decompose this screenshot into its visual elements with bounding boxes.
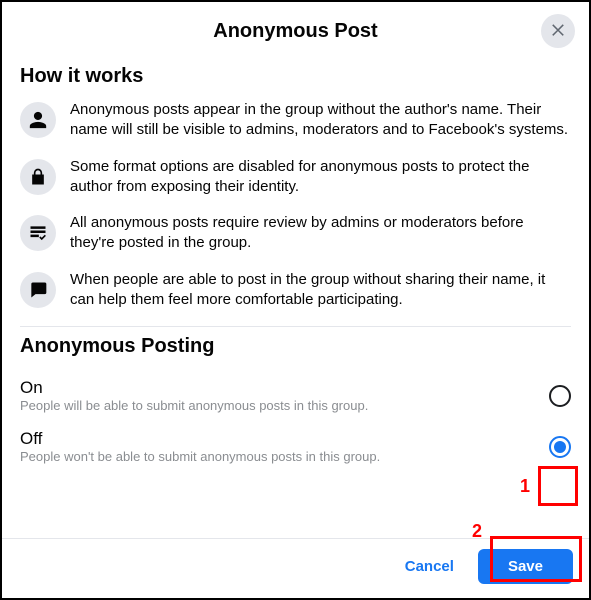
option-title: On <box>20 378 549 398</box>
save-button[interactable]: Save <box>478 549 573 584</box>
info-row-comfort: When people are able to post in the grou… <box>20 270 571 311</box>
option-off[interactable]: Off People won't be able to submit anony… <box>20 421 571 472</box>
lock-icon <box>20 159 56 195</box>
cancel-button[interactable]: Cancel <box>391 550 468 583</box>
option-title: Off <box>20 429 549 449</box>
review-icon <box>20 215 56 251</box>
dialog-footer: Cancel Save <box>2 538 589 598</box>
person-icon <box>20 102 56 138</box>
anonymous-post-dialog: Anonymous Post How it works Anonymous po… <box>2 2 589 598</box>
option-desc: People will be able to submit anonymous … <box>20 398 549 413</box>
info-row-format: Some format options are disabled for ano… <box>20 157 571 198</box>
dialog-title: Anonymous Post <box>2 20 589 43</box>
info-text: Some format options are disabled for ano… <box>70 157 571 198</box>
dialog-header: Anonymous Post <box>2 2 589 57</box>
close-icon <box>549 20 567 43</box>
option-desc: People won't be able to submit anonymous… <box>20 449 549 464</box>
comment-icon <box>20 272 56 308</box>
radio-on[interactable] <box>549 385 571 407</box>
info-row-review: All anonymous posts require review by ad… <box>20 213 571 254</box>
info-row-author: Anonymous posts appear in the group with… <box>20 100 571 141</box>
divider <box>20 326 571 327</box>
option-text: Off People won't be able to submit anony… <box>20 429 549 464</box>
info-text: Anonymous posts appear in the group with… <box>70 100 571 141</box>
anonymous-posting-heading: Anonymous Posting <box>20 335 571 358</box>
how-it-works-heading: How it works <box>20 65 571 88</box>
dialog-content: How it works Anonymous posts appear in t… <box>2 57 589 538</box>
option-on[interactable]: On People will be able to submit anonymo… <box>20 370 571 421</box>
info-text: All anonymous posts require review by ad… <box>70 213 571 254</box>
radio-off[interactable] <box>549 436 571 458</box>
close-button[interactable] <box>541 14 575 48</box>
option-text: On People will be able to submit anonymo… <box>20 378 549 413</box>
info-text: When people are able to post in the grou… <box>70 270 571 311</box>
